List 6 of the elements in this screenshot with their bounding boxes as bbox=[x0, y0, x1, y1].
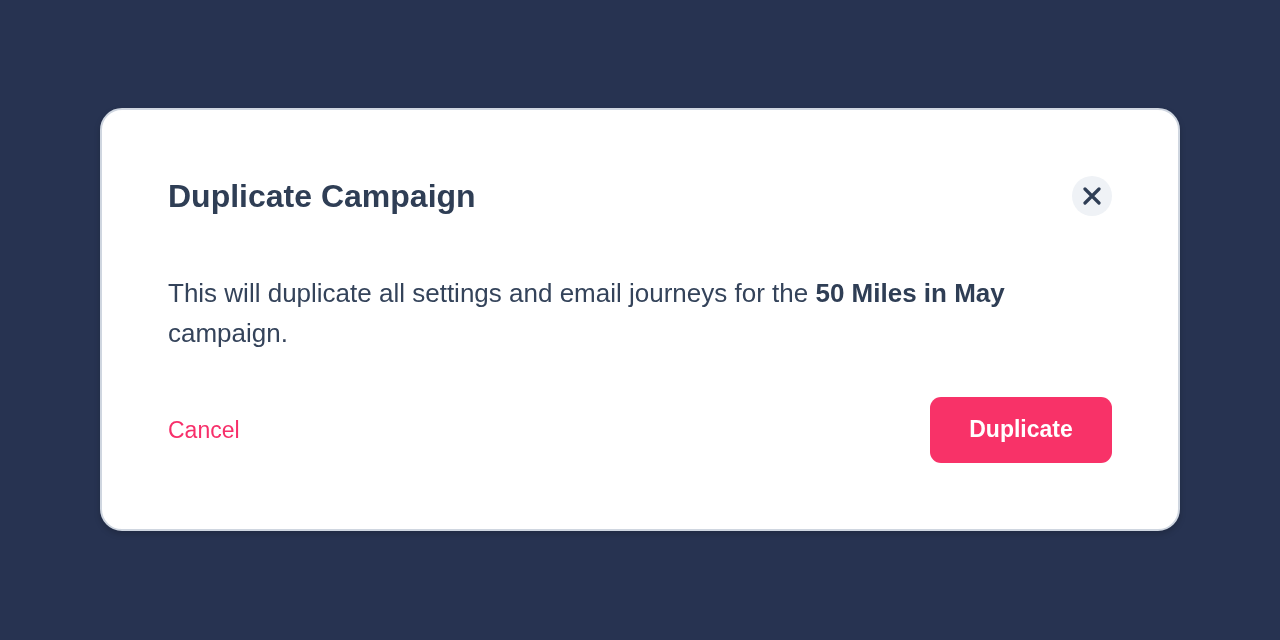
close-button[interactable] bbox=[1072, 175, 1112, 216]
close-icon bbox=[1083, 186, 1101, 205]
cancel-link[interactable]: Cancel bbox=[168, 414, 240, 445]
dialog-title: Duplicate Campaign bbox=[168, 176, 476, 216]
duplicate-button[interactable]: Duplicate bbox=[930, 396, 1112, 463]
dialog-message: This will duplicate all settings and email journeys for the 50 Miles in May campaign. bbox=[168, 276, 1006, 350]
